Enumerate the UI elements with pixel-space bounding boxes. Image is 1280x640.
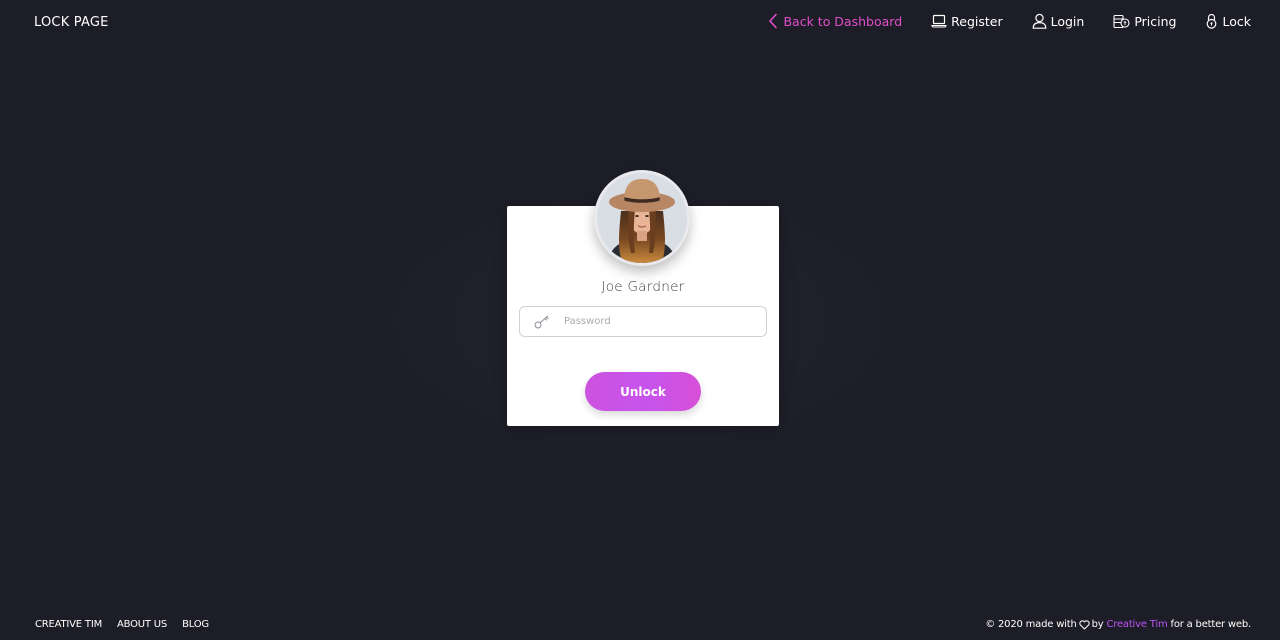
footer-link-blog[interactable]: BLOG [182,619,209,630]
copyright-prefix: © 2020 made with [985,619,1077,630]
unlock-button[interactable]: Unlock [585,372,701,411]
laptop-icon [931,14,947,28]
copyright-suffix: for a better web. [1170,619,1252,630]
chevron-left-icon [769,13,778,29]
nav-login-label: Login [1050,13,1085,29]
password-input[interactable] [562,307,766,336]
user-icon [1032,13,1047,29]
creative-tim-link[interactable]: Creative Tim [1106,619,1167,630]
lock-icon [1207,13,1217,29]
footer-link-creative-tim[interactable]: CREATIVE TIM [35,619,102,630]
key-icon [534,315,549,328]
navbar-menu: Back to Dashboard Register Login Pricing… [767,13,1251,29]
nav-lock-label: Lock [1222,13,1251,29]
copyright: © 2020 made with by Creative Tim for a b… [985,619,1251,630]
nav-login[interactable]: Login [1032,13,1085,29]
footer-link-about-us[interactable]: ABOUT US [117,619,167,630]
navbar-brand[interactable]: LOCK PAGE [34,15,109,30]
avatar [594,170,690,266]
user-name: Joe Gardner [601,279,685,295]
footer-links: CREATIVE TIM ABOUT US BLOG [35,619,224,630]
nav-register-label: Register [951,13,1003,29]
nav-lock[interactable]: Lock [1205,13,1251,29]
nav-pricing[interactable]: Pricing [1113,14,1176,29]
copyright-by: by [1091,619,1104,630]
back-to-dashboard-label: Back to Dashboard [783,13,903,29]
nav-register[interactable]: Register [931,13,1003,29]
coins-icon [1113,14,1130,28]
key-icon-wrapper [520,315,562,329]
password-field[interactable] [519,306,767,337]
top-navbar: LOCK PAGE Back to Dashboard Register Log… [0,0,1280,44]
user-photo [597,173,687,263]
heart-icon [1078,619,1090,629]
nav-pricing-label: Pricing [1134,13,1177,29]
back-to-dashboard-link[interactable]: Back to Dashboard [767,13,902,29]
